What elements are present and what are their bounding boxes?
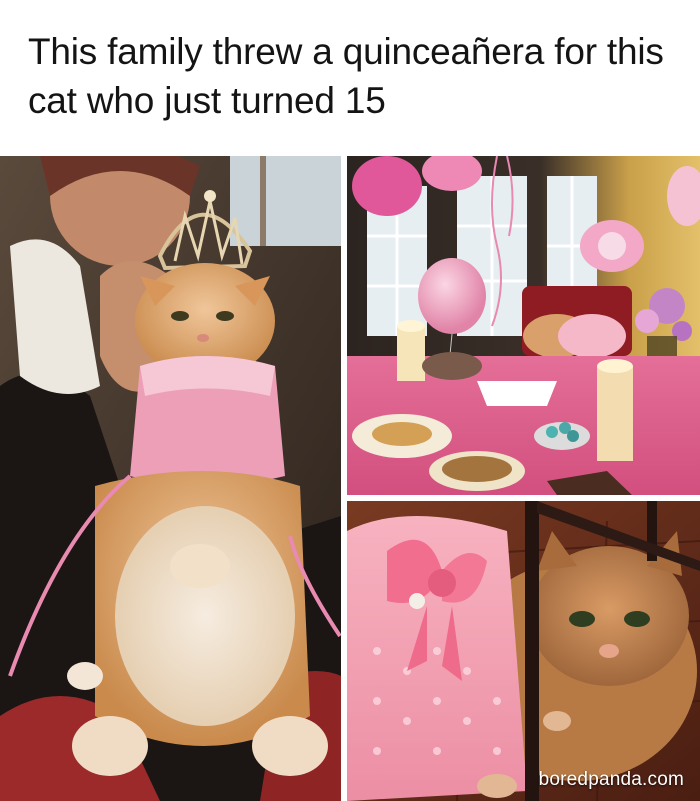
source-watermark: boredpanda.com xyxy=(538,769,684,790)
photo-cat-under-chair-image xyxy=(347,501,700,801)
photo-party-table xyxy=(347,156,700,495)
post-caption: This family threw a quinceañera for this… xyxy=(28,31,664,121)
photo-cat-under-chair: boredpanda.com xyxy=(347,501,700,801)
photo-party-table-image xyxy=(347,156,700,495)
photo-cat-with-tiara-image xyxy=(0,156,341,801)
photo-cat-with-tiara xyxy=(0,156,341,801)
